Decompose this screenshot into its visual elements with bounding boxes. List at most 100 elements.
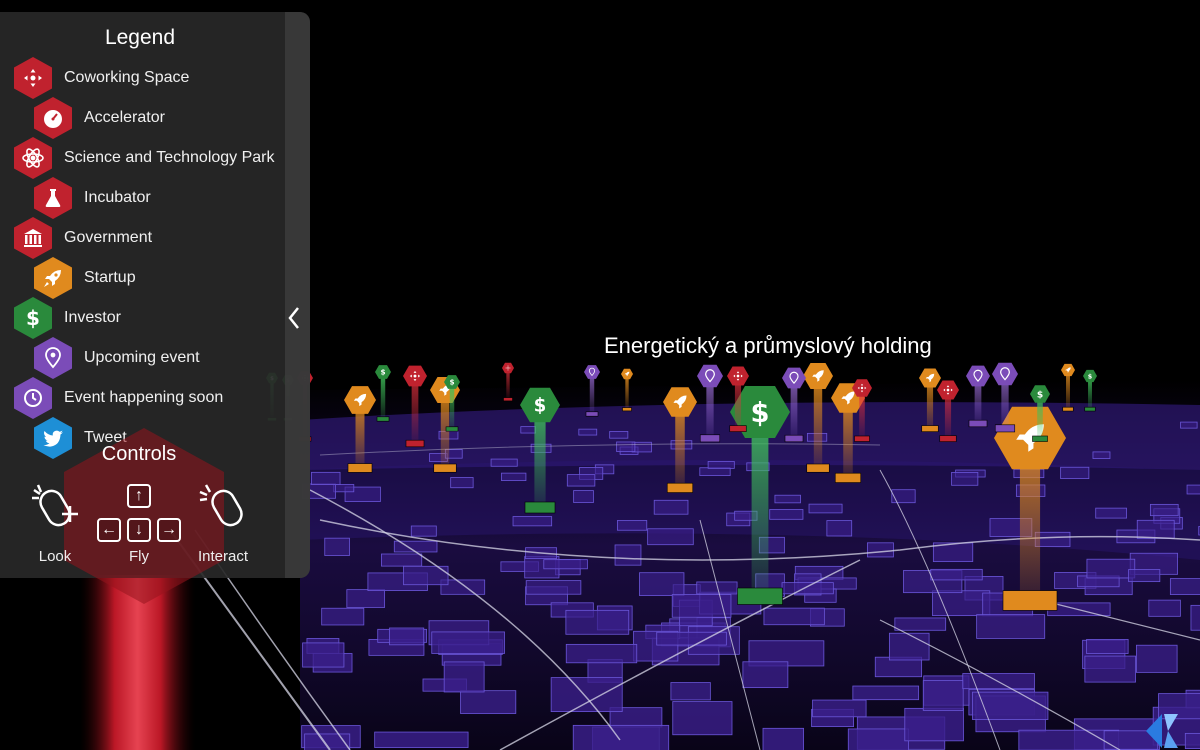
building <box>762 727 804 750</box>
building <box>763 607 825 626</box>
building <box>826 520 853 537</box>
legend-label: Science and Technology Park <box>64 149 275 166</box>
building <box>653 499 689 515</box>
legend-label: Coworking Space <box>64 69 190 86</box>
legend-item-accelerator[interactable]: Accelerator <box>34 97 165 139</box>
svg-text:$: $ <box>26 306 40 330</box>
building <box>565 643 638 664</box>
red-light-beam <box>80 575 195 750</box>
building <box>520 426 536 434</box>
building <box>1169 578 1200 595</box>
building <box>525 580 582 595</box>
building <box>1128 569 1161 583</box>
building <box>672 701 733 736</box>
legend-label: Upcoming event <box>84 349 200 366</box>
bank-icon <box>14 217 52 259</box>
building <box>1086 558 1136 579</box>
building <box>1086 639 1129 654</box>
building <box>431 631 505 654</box>
building <box>543 559 588 570</box>
building <box>302 642 345 668</box>
svg-text:$: $ <box>1037 390 1043 400</box>
building <box>321 607 365 626</box>
legend-label: Startup <box>84 269 136 286</box>
arrow-up-key: ↑ <box>127 484 151 508</box>
building <box>1186 484 1200 495</box>
building <box>888 632 930 661</box>
arrow-right-key: → <box>157 518 181 542</box>
building <box>501 472 527 481</box>
flask-icon <box>34 177 72 219</box>
building <box>490 458 518 467</box>
building <box>930 568 983 581</box>
building <box>1092 451 1111 459</box>
mouse-interact-icon <box>199 484 243 527</box>
dollar-icon: $ <box>751 398 770 429</box>
building <box>1136 519 1175 539</box>
legend-label: Accelerator <box>84 109 165 126</box>
arrow-left-key: ← <box>97 518 121 542</box>
building <box>346 589 386 608</box>
dollar-icon: $ <box>14 297 52 339</box>
legend-item-government[interactable]: Government <box>14 217 153 259</box>
speedometer-icon <box>34 97 72 139</box>
svg-text:$: $ <box>1088 372 1092 380</box>
building <box>374 731 469 748</box>
interact-label: Interact <box>197 548 249 565</box>
building <box>812 699 867 718</box>
building <box>781 582 834 595</box>
legend-item-investor[interactable]: $ Investor <box>14 297 121 339</box>
legend-item-upcoming-event[interactable]: Upcoming event <box>34 337 200 379</box>
legend-item-science-park[interactable]: Science and Technology Park <box>14 137 275 179</box>
coworking-icon <box>14 57 52 99</box>
building <box>904 707 964 742</box>
building <box>609 431 629 439</box>
dollar-icon: $ <box>1037 390 1043 400</box>
building <box>1184 732 1200 750</box>
building <box>922 680 964 711</box>
building <box>578 428 598 436</box>
svg-text:$: $ <box>380 368 385 377</box>
building <box>389 627 425 646</box>
legend-item-coworking[interactable]: Coworking Space <box>14 57 190 99</box>
building <box>333 484 355 493</box>
map-pin-icon <box>34 337 72 379</box>
fly-label: Fly <box>129 548 149 565</box>
building <box>867 542 894 558</box>
building <box>572 724 670 750</box>
legend-item-event-soon[interactable]: Event happening soon <box>14 377 224 419</box>
hovered-place-label: Energetický a průmyslový holding <box>604 333 932 358</box>
legend-label: Government <box>64 229 153 246</box>
dollar-icon: $ <box>380 368 385 377</box>
collapse-panel-chevron-icon[interactable] <box>284 304 304 332</box>
look-label: Look <box>38 548 72 565</box>
dollar-icon: $ <box>449 378 454 387</box>
building <box>311 471 341 485</box>
controls-title: Controls <box>101 443 177 465</box>
svg-text:$: $ <box>751 398 770 429</box>
building <box>410 525 437 537</box>
building <box>614 544 642 566</box>
legend-item-incubator[interactable]: Incubator <box>34 177 151 219</box>
legend-label: Event happening soon <box>64 389 224 406</box>
atom-icon <box>14 137 52 179</box>
building <box>891 489 916 504</box>
svg-text:$: $ <box>449 378 454 387</box>
legend-label: Incubator <box>84 189 151 206</box>
building <box>443 661 485 693</box>
building <box>1190 604 1200 631</box>
building <box>976 614 1046 639</box>
building <box>566 474 596 487</box>
building <box>1084 655 1136 683</box>
building <box>847 728 909 750</box>
building <box>951 472 979 486</box>
rocket-icon <box>34 257 72 299</box>
legend-item-startup[interactable]: Startup <box>34 257 136 299</box>
panel-collapse-rail[interactable] <box>285 12 310 578</box>
building <box>616 520 648 531</box>
building <box>460 690 517 714</box>
building <box>774 494 801 504</box>
building <box>707 461 735 469</box>
legend-label: Investor <box>64 309 121 326</box>
svg-text:$: $ <box>534 396 547 417</box>
